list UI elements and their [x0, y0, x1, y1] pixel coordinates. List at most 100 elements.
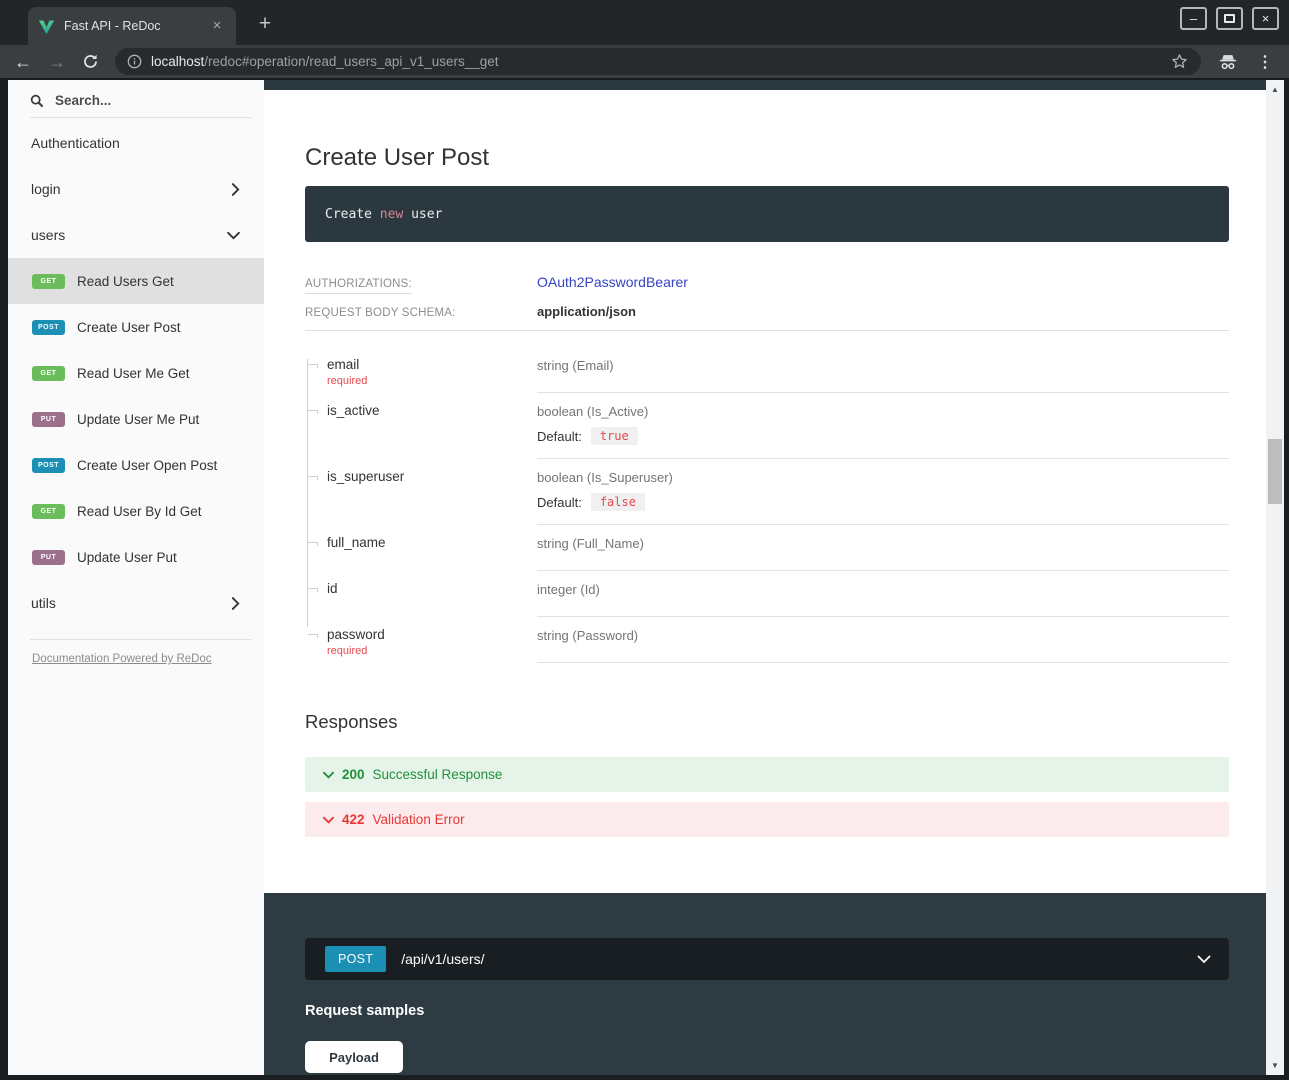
- favicon-icon: [38, 18, 55, 35]
- site-info-icon[interactable]: [127, 54, 142, 69]
- method-badge: GET: [32, 366, 65, 381]
- method-badge: PUT: [32, 550, 65, 565]
- field-type: string (Password): [537, 628, 1229, 643]
- browser-tab[interactable]: Fast API - ReDoc ×: [28, 7, 236, 45]
- method-badge: POST: [32, 458, 65, 473]
- sidebar-operation-item[interactable]: POST Create User Open Post: [8, 442, 264, 488]
- redoc-footer-link[interactable]: Documentation Powered by ReDoc: [32, 653, 212, 665]
- maximize-icon: [1224, 14, 1235, 23]
- tab-close-icon[interactable]: ×: [208, 17, 226, 35]
- field-type: string (Email): [537, 358, 1229, 373]
- field-default: Default: false: [537, 493, 1229, 511]
- request-body-row: REQUEST BODY SCHEMA: application/json: [305, 304, 1229, 331]
- sidebar-divider: [30, 639, 251, 640]
- search-input[interactable]: Search...: [8, 80, 264, 117]
- url-host: localhost: [151, 54, 204, 69]
- response-row[interactable]: 200 Successful Response: [305, 757, 1229, 792]
- chevron-down-icon[interactable]: [1197, 955, 1211, 964]
- sidebar-operation-item[interactable]: GET Read User Me Get: [8, 350, 264, 396]
- method-badge: POST: [32, 320, 65, 335]
- field-type: boolean (Is_Active): [537, 404, 1229, 419]
- maximize-button[interactable]: [1216, 7, 1243, 30]
- endpoint-dropdown[interactable]: POST /api/v1/users/: [305, 938, 1229, 980]
- tree-tick: [308, 410, 318, 414]
- field-type-cell: integer (Id): [537, 571, 1229, 617]
- schema-field-row: password required string (Password): [305, 617, 1229, 663]
- sidebar-operations: GET Read Users Get POST Create User Post…: [8, 258, 264, 580]
- authorizations-label: AUTHORIZATIONS:: [305, 278, 537, 290]
- default-label: Default:: [537, 429, 582, 444]
- tree-tick: [308, 364, 318, 368]
- endpoint-path: /api/v1/users/: [401, 951, 1197, 967]
- operation-label: Update User Me Put: [77, 412, 199, 427]
- incognito-icon[interactable]: [1217, 52, 1239, 72]
- search-divider: [30, 117, 251, 118]
- scrollbar-down-arrow[interactable]: ▼: [1266, 1058, 1284, 1073]
- chevron-down-icon: [323, 816, 334, 824]
- schema-field-row: id integer (Id): [305, 571, 1229, 617]
- sidebar-item-label: login: [31, 181, 61, 197]
- sidebar-operation-item[interactable]: POST Create User Post: [8, 304, 264, 350]
- scrollbar-up-arrow[interactable]: ▲: [1266, 82, 1284, 97]
- field-name-cell: is_superuser: [305, 459, 537, 525]
- sidebar-operation-item[interactable]: GET Read Users Get: [8, 258, 264, 304]
- page-scrollbar[interactable]: ▲ ▼: [1266, 80, 1284, 1075]
- new-tab-button[interactable]: +: [252, 11, 278, 37]
- field-name: id: [327, 581, 537, 596]
- field-name: email: [327, 357, 537, 372]
- sidebar-item-utils[interactable]: utils: [8, 580, 264, 626]
- reload-button[interactable]: [82, 53, 99, 70]
- authorizations-row: AUTHORIZATIONS: OAuth2PasswordBearer: [305, 274, 1229, 290]
- tree-tick: [308, 542, 318, 546]
- field-name-cell: is_active: [305, 393, 537, 459]
- main-content: Create User Post Create new user AUTHORI…: [264, 80, 1266, 1075]
- chevron-down-icon: [323, 771, 334, 779]
- default-label: Default:: [537, 495, 582, 510]
- schema-fields: email required string (Email): [305, 347, 1229, 663]
- address-bar[interactable]: localhost/redoc#operation/read_users_api…: [115, 48, 1201, 75]
- response-label: Validation Error: [373, 812, 465, 827]
- sidebar-operation-item[interactable]: PUT Update User Put: [8, 534, 264, 580]
- field-name-cell: email required: [305, 347, 537, 393]
- operation-label: Create User Open Post: [77, 458, 217, 473]
- toolbar-right: ⋮: [1217, 52, 1275, 72]
- default-value-badge: false: [591, 493, 645, 511]
- field-default: Default: true: [537, 427, 1229, 445]
- response-code: 200: [342, 767, 365, 782]
- field-name: is_active: [327, 403, 537, 418]
- previous-section-edge: [264, 80, 1266, 90]
- authorization-scheme-link[interactable]: OAuth2PasswordBearer: [537, 274, 688, 290]
- forward-button[interactable]: →: [48, 53, 66, 71]
- default-value-badge: true: [591, 427, 638, 445]
- field-name: full_name: [327, 535, 537, 550]
- operation-label: Read User Me Get: [77, 366, 190, 381]
- search-icon: [30, 94, 44, 108]
- method-badge: PUT: [32, 412, 65, 427]
- sidebar-item-users[interactable]: users: [8, 212, 264, 258]
- sidebar-item-authentication[interactable]: Authentication: [8, 120, 264, 166]
- field-required-flag: required: [327, 375, 537, 387]
- response-label: Successful Response: [373, 767, 503, 782]
- close-window-button[interactable]: ×: [1252, 7, 1279, 30]
- bookmark-star-icon[interactable]: [1170, 52, 1189, 71]
- sidebar-item-login[interactable]: login: [8, 166, 264, 212]
- window-controls: – ×: [1180, 7, 1279, 30]
- sidebar-operation-item[interactable]: GET Read User By Id Get: [8, 488, 264, 534]
- response-code: 422: [342, 812, 365, 827]
- browser-toolbar: ← → localhost/redoc#operation/read_users…: [0, 45, 1289, 80]
- payload-tab[interactable]: Payload: [305, 1041, 403, 1073]
- field-name: password: [327, 627, 537, 642]
- operation-label: Read User By Id Get: [77, 504, 202, 519]
- browser-tab-strip: Fast API - ReDoc × + – ×: [0, 0, 1289, 45]
- browser-menu-icon[interactable]: ⋮: [1257, 52, 1273, 72]
- scrollbar-thumb[interactable]: [1268, 439, 1282, 504]
- back-button[interactable]: ←: [14, 53, 32, 71]
- field-type-cell: boolean (Is_Superuser) Default: false: [537, 459, 1229, 525]
- sidebar-nav: Authentication login users: [8, 120, 264, 258]
- field-name-cell: password required: [305, 617, 537, 663]
- field-type-cell: string (Email): [537, 347, 1229, 393]
- response-row[interactable]: 422 Validation Error: [305, 802, 1229, 837]
- schema-field-row: is_active boolean (Is_Active) Default: t…: [305, 393, 1229, 459]
- minimize-button[interactable]: –: [1180, 7, 1207, 30]
- sidebar-operation-item[interactable]: PUT Update User Me Put: [8, 396, 264, 442]
